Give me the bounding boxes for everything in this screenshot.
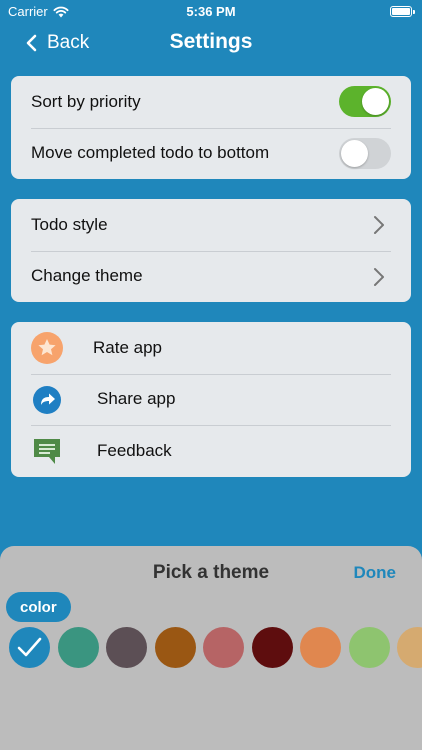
feedback-row[interactable]: Feedback — [11, 425, 411, 477]
todo-style-label: Todo style — [31, 214, 108, 234]
star-icon — [31, 332, 63, 364]
sort-settings-card: Sort by priority Move completed todo to … — [11, 76, 411, 179]
page-title: Settings — [169, 30, 253, 53]
chat-bubble-icon — [34, 439, 60, 464]
share-arrow-icon — [33, 385, 61, 414]
color-swatch[interactable] — [203, 627, 244, 668]
feedback-label: Feedback — [97, 440, 172, 460]
color-swatch[interactable] — [300, 627, 341, 668]
navigation-bar: Back Settings — [0, 24, 422, 64]
share-app-row[interactable]: Share app — [11, 373, 411, 426]
app-actions-card: Rate app Share app Feedback — [11, 322, 411, 477]
status-bar: Carrier 5:36 PM — [0, 0, 422, 24]
rate-app-row[interactable]: Rate app — [11, 322, 411, 374]
battery-icon — [390, 6, 415, 17]
rate-app-label: Rate app — [93, 337, 162, 357]
style-settings-card: Todo style Change theme — [11, 199, 411, 302]
toggle-knob — [341, 139, 368, 167]
sort-by-priority-row: Sort by priority — [11, 76, 411, 128]
checkmark-icon — [17, 637, 42, 657]
move-completed-label: Move completed todo to bottom — [31, 143, 270, 163]
status-time: 5:36 PM — [186, 4, 236, 19]
toggle-knob — [362, 88, 389, 115]
color-swatch[interactable] — [348, 627, 390, 668]
color-swatch[interactable] — [397, 627, 422, 668]
color-swatch[interactable] — [57, 627, 99, 668]
todo-style-row[interactable]: Todo style — [11, 199, 411, 251]
share-app-label: Share app — [97, 389, 176, 409]
color-tab[interactable]: color — [6, 592, 71, 622]
move-completed-row: Move completed todo to bottom — [11, 127, 411, 180]
theme-picker-sheet: Pick a theme Done color — [0, 546, 422, 750]
sort-by-priority-toggle[interactable] — [339, 86, 391, 117]
swatch-list — [9, 627, 422, 669]
change-theme-row[interactable]: Change theme — [11, 250, 411, 303]
sort-by-priority-label: Sort by priority — [31, 91, 141, 111]
color-swatch[interactable] — [154, 627, 196, 668]
chevron-right-icon — [374, 216, 384, 234]
chevron-right-icon — [374, 267, 384, 286]
color-swatch[interactable] — [9, 627, 50, 668]
color-swatch[interactable] — [251, 627, 293, 668]
change-theme-label: Change theme — [31, 266, 143, 286]
done-button[interactable]: Done — [354, 563, 397, 583]
color-swatch[interactable] — [106, 627, 147, 668]
move-completed-toggle[interactable] — [339, 137, 391, 169]
